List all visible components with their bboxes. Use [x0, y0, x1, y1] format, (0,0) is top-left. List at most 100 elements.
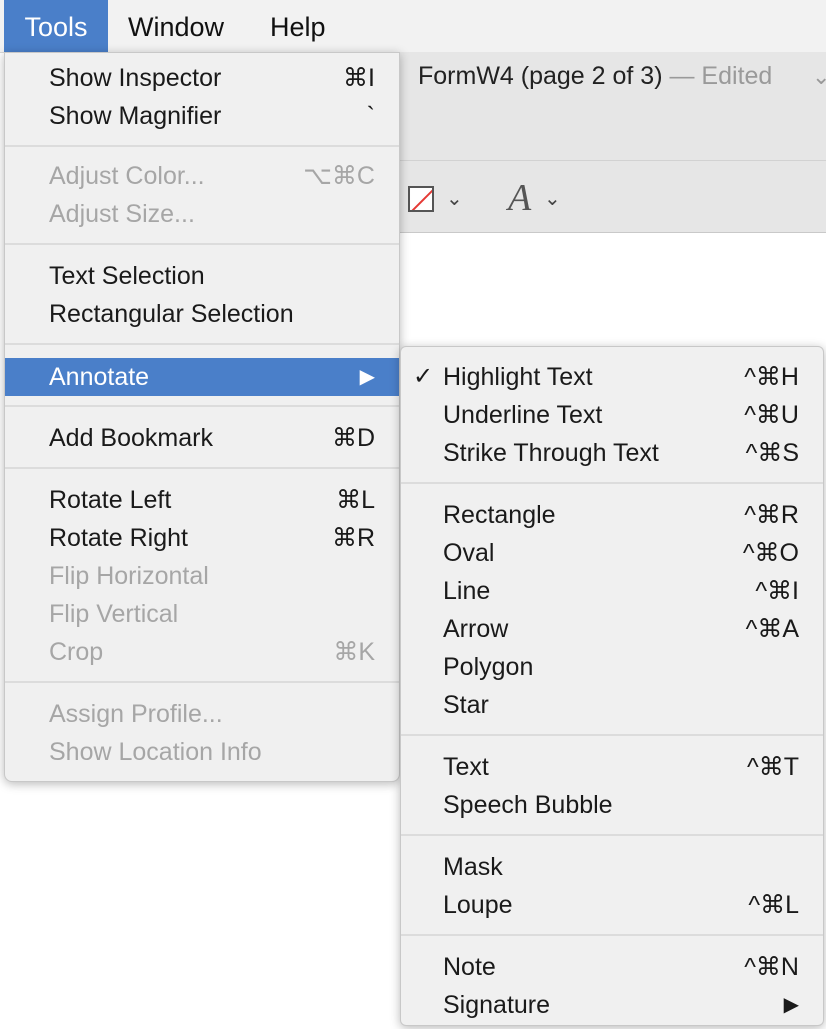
- menu-item-highlight-text[interactable]: ✓ Highlight Text ^⌘H: [401, 358, 823, 396]
- menu-item-label: Flip Vertical: [49, 600, 179, 628]
- tools-menu: Show Inspector ⌘I Show Magnifier ` Adjus…: [4, 52, 400, 782]
- menu-item-shortcut: ^⌘O: [742, 539, 799, 567]
- menu-item-shortcut: ^⌘A: [745, 615, 799, 643]
- menu-separator: [5, 343, 399, 345]
- title-chevron-icon[interactable]: ⌄: [812, 64, 826, 90]
- menu-item-rotate-right[interactable]: Rotate Right ⌘R: [5, 519, 399, 557]
- menu-item-text[interactable]: Text ^⌘T: [401, 748, 823, 786]
- menu-separator: [5, 145, 399, 147]
- menu-item-label: Show Inspector: [49, 64, 222, 92]
- menu-item-note[interactable]: Note ^⌘N: [401, 948, 823, 986]
- menu-item-label: Show Location Info: [49, 738, 262, 766]
- menu-separator: [401, 482, 823, 484]
- menu-item-label: Highlight Text: [443, 363, 593, 391]
- menu-item-polygon[interactable]: Polygon: [401, 648, 823, 686]
- menu-item-rotate-left[interactable]: Rotate Left ⌘L: [5, 481, 399, 519]
- menu-separator: [401, 734, 823, 736]
- menu-item-shortcut: ⌘K: [333, 638, 375, 666]
- menu-item-shortcut: ⌘I: [343, 64, 375, 92]
- menu-separator: [5, 467, 399, 469]
- menu-separator: [5, 405, 399, 407]
- menu-item-label: Assign Profile...: [49, 700, 223, 728]
- menu-item-adjust-color: Adjust Color... ⌥⌘C: [5, 157, 399, 195]
- border-color-chevron-icon[interactable]: ⌄: [446, 186, 463, 211]
- menu-separator: [401, 934, 823, 936]
- menu-item-annotate[interactable]: Annotate ▶: [5, 358, 399, 396]
- menu-item-show-inspector[interactable]: Show Inspector ⌘I: [5, 59, 399, 97]
- document-title-text: FormW4 (page 2 of 3): [418, 62, 663, 90]
- menu-item-label: Rotate Right: [49, 524, 188, 552]
- menu-item-shortcut: ^⌘I: [755, 577, 799, 605]
- menu-item-add-bookmark[interactable]: Add Bookmark ⌘D: [5, 419, 399, 457]
- menu-item-label: Signature: [443, 991, 551, 1019]
- menu-item-rectangular-selection[interactable]: Rectangular Selection: [5, 295, 399, 333]
- document-title[interactable]: FormW4 (page 2 of 3) — Edited: [418, 62, 772, 91]
- menu-item-label: Adjust Size...: [49, 200, 195, 228]
- menu-item-mask[interactable]: Mask: [401, 848, 823, 886]
- menu-item-label: Underline Text: [443, 401, 603, 429]
- menu-item-assign-profile: Assign Profile...: [5, 695, 399, 733]
- submenu-arrow-icon: ▶: [783, 994, 799, 1016]
- toolbar-divider: [380, 160, 826, 161]
- menu-item-label: Show Magnifier: [49, 102, 222, 130]
- menu-item-label: Star: [443, 691, 489, 719]
- menu-item-label: Rectangular Selection: [49, 300, 294, 328]
- menu-item-underline-text[interactable]: Underline Text ^⌘U: [401, 396, 823, 434]
- menu-item-label: Polygon: [443, 653, 534, 681]
- menu-item-label: Speech Bubble: [443, 791, 613, 819]
- submenu-arrow-icon: ▶: [359, 366, 375, 388]
- menu-item-rectangle[interactable]: Rectangle ^⌘R: [401, 496, 823, 534]
- menu-item-label: Mask: [443, 853, 503, 881]
- document-edited-status: — Edited: [669, 62, 773, 90]
- menu-item-label: Add Bookmark: [49, 424, 213, 452]
- menu-item-flip-vertical: Flip Vertical: [5, 595, 399, 633]
- menu-item-label: Loupe: [443, 891, 513, 919]
- menu-item-label: Text: [443, 753, 489, 781]
- menu-item-show-magnifier[interactable]: Show Magnifier `: [5, 97, 399, 135]
- menubar-tools[interactable]: Tools: [4, 0, 108, 52]
- menu-item-shortcut: ^⌘N: [744, 953, 799, 981]
- menu-item-flip-horizontal: Flip Horizontal: [5, 557, 399, 595]
- menu-item-adjust-size: Adjust Size...: [5, 195, 399, 233]
- menu-item-label: Oval: [443, 539, 495, 567]
- menu-item-star[interactable]: Star: [401, 686, 823, 724]
- menu-item-oval[interactable]: Oval ^⌘O: [401, 534, 823, 572]
- menu-item-shortcut: ⌥⌘C: [303, 162, 375, 190]
- menu-item-shortcut: ^⌘T: [746, 753, 799, 781]
- menu-item-loupe[interactable]: Loupe ^⌘L: [401, 886, 823, 924]
- menubar-window[interactable]: Window: [128, 0, 224, 52]
- menu-item-shortcut: ^⌘U: [744, 401, 799, 429]
- menubar-help[interactable]: Help: [270, 0, 326, 52]
- font-style-chevron-icon[interactable]: ⌄: [544, 186, 561, 211]
- menu-item-label: Arrow: [443, 615, 509, 643]
- menu-item-text-selection[interactable]: Text Selection: [5, 257, 399, 295]
- menu-item-label: Rectangle: [443, 501, 556, 529]
- menu-item-speech-bubble[interactable]: Speech Bubble: [401, 786, 823, 824]
- menu-item-shortcut: ^⌘L: [748, 891, 799, 919]
- menu-item-label: Adjust Color...: [49, 162, 205, 190]
- annotate-submenu: ✓ Highlight Text ^⌘H Underline Text ^⌘U …: [400, 346, 824, 1026]
- font-style-icon[interactable]: A: [508, 176, 531, 220]
- menu-item-shortcut: ⌘R: [331, 524, 375, 552]
- menu-separator: [401, 834, 823, 836]
- menu-item-shortcut: ⌘L: [336, 486, 375, 514]
- menu-item-shortcut: ^⌘S: [745, 439, 799, 467]
- menu-item-arrow[interactable]: Arrow ^⌘A: [401, 610, 823, 648]
- menu-item-signature[interactable]: Signature ▶: [401, 986, 823, 1024]
- menu-item-label: Note: [443, 953, 496, 981]
- menu-item-shortcut: ^⌘H: [744, 363, 799, 391]
- menu-item-shortcut: ⌘D: [331, 424, 375, 452]
- menu-item-shortcut: ^⌘R: [744, 501, 799, 529]
- menu-item-label: Line: [443, 577, 491, 605]
- menu-item-label: Text Selection: [49, 262, 205, 290]
- menu-item-strike-through-text[interactable]: Strike Through Text ^⌘S: [401, 434, 823, 472]
- menu-item-label: Crop: [49, 638, 104, 666]
- menu-bar: Tools Window Help: [0, 0, 826, 53]
- menu-item-shortcut: `: [366, 102, 375, 130]
- menu-item-label: Flip Horizontal: [49, 562, 209, 590]
- border-color-icon[interactable]: [408, 186, 434, 212]
- menu-item-line[interactable]: Line ^⌘I: [401, 572, 823, 610]
- menu-item-label: Annotate: [49, 363, 150, 391]
- menu-separator: [5, 243, 399, 245]
- checkmark-icon: ✓: [413, 363, 434, 390]
